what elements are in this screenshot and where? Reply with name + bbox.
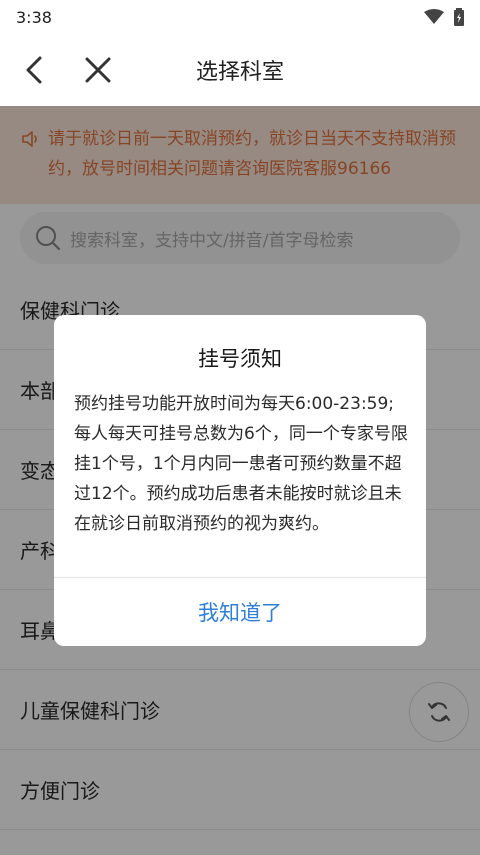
wifi-icon <box>424 9 444 24</box>
battery-icon <box>454 8 464 26</box>
confirm-button[interactable]: 我知道了 <box>54 578 426 646</box>
status-bar: 3:38 <box>0 0 480 34</box>
notice-dialog: 挂号须知 预约挂号功能开放时间为每天6:00-23:59;每人每天可挂号总数为6… <box>54 315 426 646</box>
dialog-body: 预约挂号功能开放时间为每天6:00-23:59;每人每天可挂号总数为6个，同一个… <box>74 394 408 534</box>
dialog-title: 挂号须知 <box>198 347 282 371</box>
status-icons <box>424 8 464 26</box>
nav-bar: 选择科室 <box>0 34 480 106</box>
status-time: 3:38 <box>16 7 52 27</box>
page-title: 选择科室 <box>195 60 284 85</box>
